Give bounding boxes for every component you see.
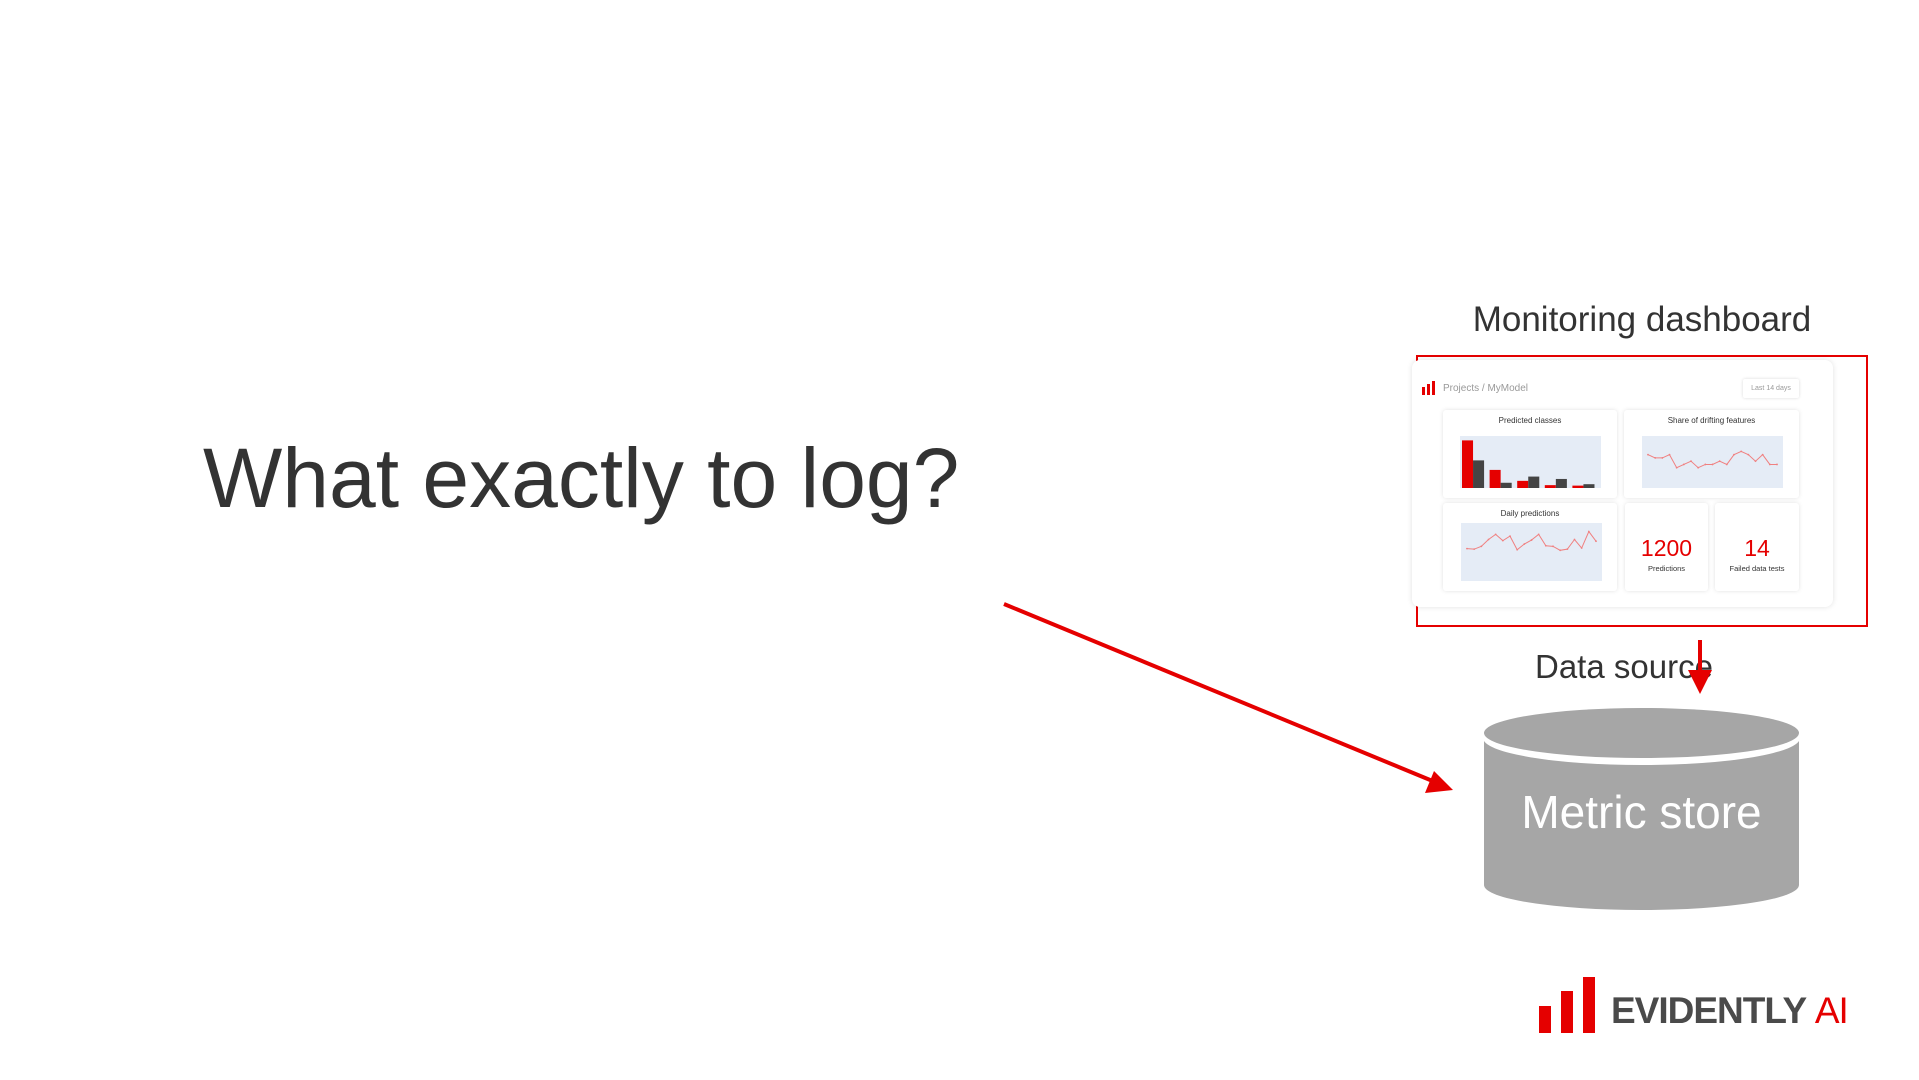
evidently-logo-text: EVIDENTLY AI [1611, 990, 1849, 1032]
evidently-logo-mark [1539, 977, 1595, 1033]
metric-store-label: Metric store [1521, 786, 1762, 838]
diagram-arrows [1003, 602, 1800, 1033]
logo-text-accent: AI [1814, 990, 1849, 1031]
logo-text-main: EVIDENTLY [1611, 990, 1807, 1031]
data-source-arrow [1688, 640, 1712, 694]
log-arrow [1003, 602, 1453, 793]
